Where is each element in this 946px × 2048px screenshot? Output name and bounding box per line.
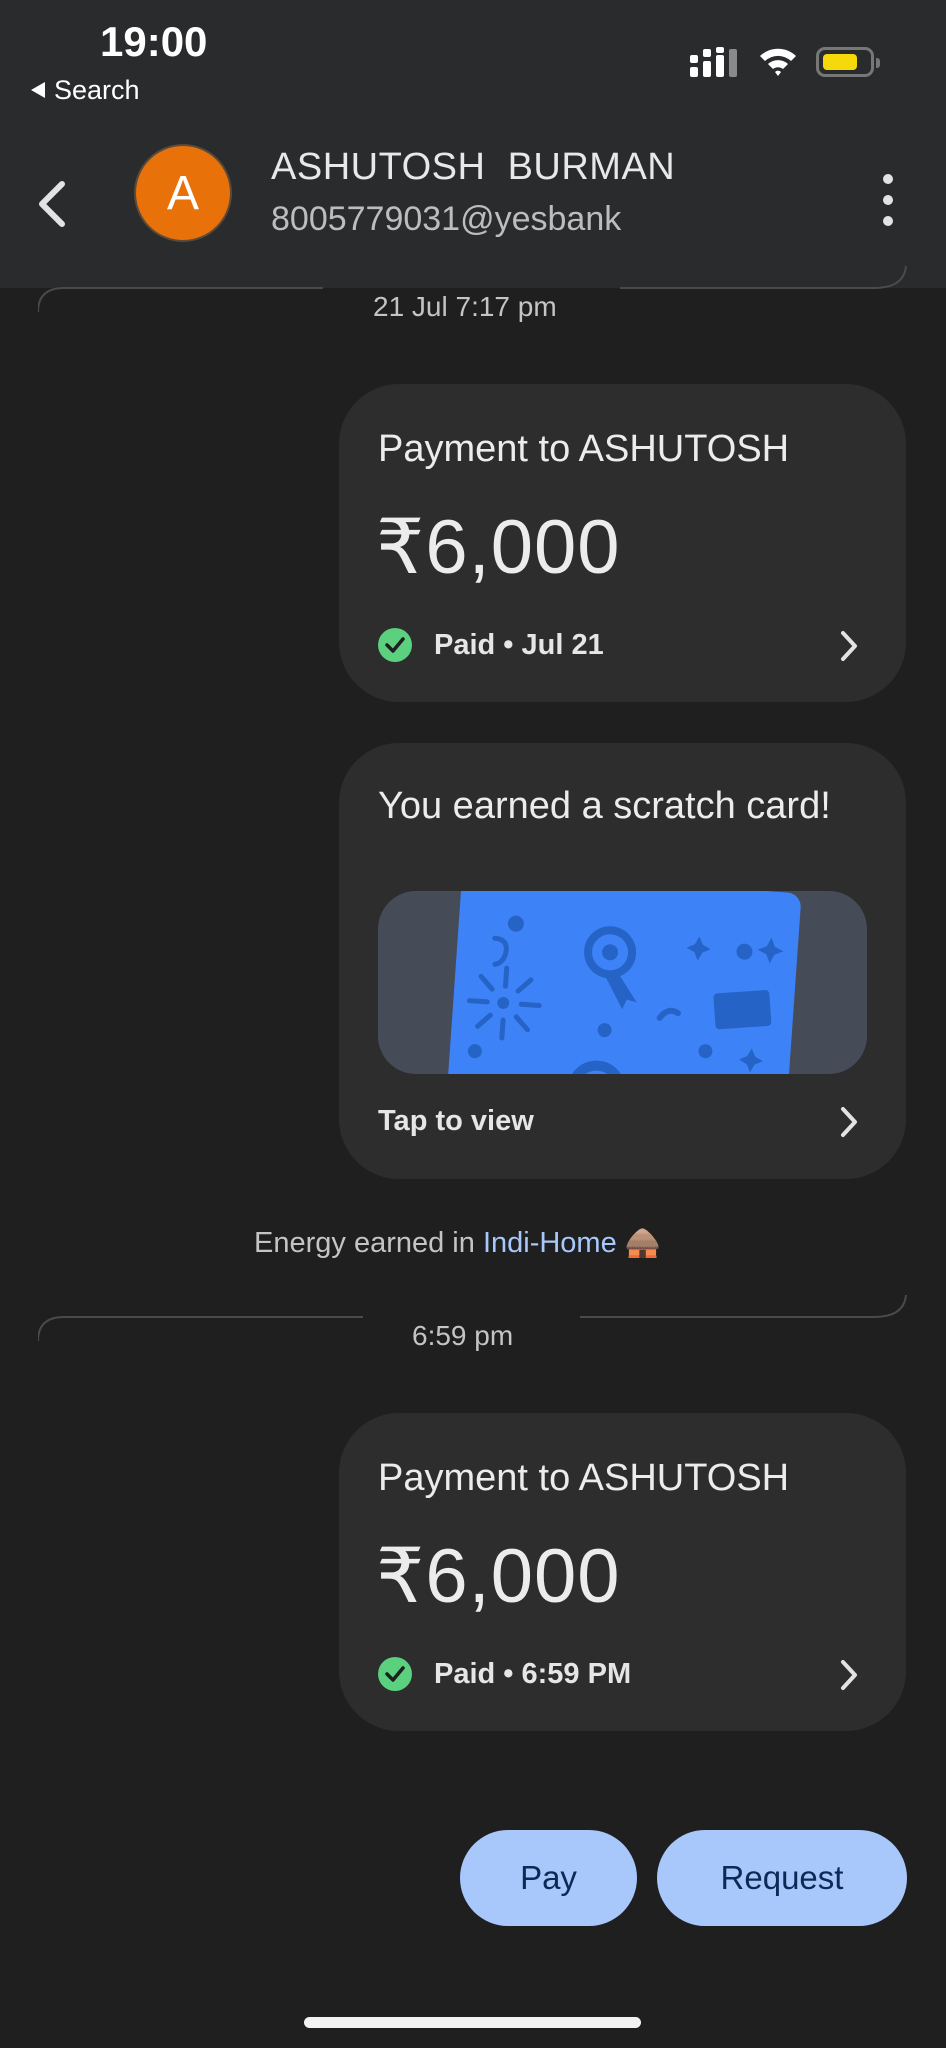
reward-action-label: Tap to view — [378, 1105, 534, 1137]
contact-upi-id: 8005779031@yesbank — [271, 200, 622, 238]
battery-level — [823, 54, 857, 70]
status-bar: 19:00 Search — [0, 0, 946, 128]
avatar[interactable]: A — [136, 146, 230, 240]
payment-amount: ₹6,000 — [376, 1534, 621, 1619]
back-to-app-link[interactable]: Search — [30, 75, 140, 106]
battery-icon — [816, 47, 880, 77]
back-app-label: Search — [54, 75, 140, 105]
payment-amount: ₹6,000 — [376, 505, 621, 590]
hut-icon: 🛖 — [624, 1227, 661, 1259]
request-button[interactable]: Request — [657, 1830, 907, 1926]
back-triangle-icon — [30, 75, 46, 106]
date-divider-label: 6:59 pm — [404, 1320, 522, 1352]
chevron-right-icon — [841, 1660, 857, 1690]
pay-button[interactable]: Pay — [460, 1830, 637, 1926]
payment-status-text: Paid • Jul 21 — [434, 628, 604, 661]
indi-home-link[interactable]: Indi-Home — [483, 1227, 617, 1259]
date-divider: 6:59 pm — [38, 1295, 908, 1352]
energy-prefix: Energy earned in — [254, 1227, 483, 1259]
back-button[interactable] — [30, 168, 80, 238]
signal-icon — [690, 47, 740, 84]
date-divider: 21 Jul 7:17 pm — [38, 266, 908, 323]
energy-earned-note: Energy earned in Indi-Home 🛖 — [254, 1226, 661, 1260]
reward-title: You earned a scratch card! — [378, 785, 831, 827]
wifi-icon — [758, 45, 798, 82]
paid-check-icon — [378, 628, 412, 662]
chevron-right-icon — [841, 631, 857, 661]
paid-check-icon — [378, 1657, 412, 1691]
chevron-right-icon — [841, 1107, 857, 1137]
payment-status: Paid • 6:59 PM — [378, 1657, 631, 1691]
scratch-card-reward[interactable]: You earned a scratch card! Tap to view — [339, 743, 906, 1179]
more-options-button[interactable] — [870, 170, 906, 230]
chat-header: A ASHUTOSH BURMAN 8005779031@yesbank — [0, 128, 946, 288]
status-time: 19:00 — [100, 18, 208, 65]
more-dots-icon — [883, 174, 893, 184]
payment-card[interactable]: Payment to ASHUTOSH ₹6,000 Paid • 6:59 P… — [339, 1413, 906, 1731]
payment-title: Payment to ASHUTOSH — [378, 1457, 790, 1499]
payment-title: Payment to ASHUTOSH — [378, 428, 790, 470]
payment-status: Paid • Jul 21 — [378, 628, 604, 662]
home-indicator[interactable] — [304, 2017, 641, 2028]
payment-card[interactable]: Payment to ASHUTOSH ₹6,000 Paid • Jul 21 — [339, 384, 906, 702]
payment-status-text: Paid • 6:59 PM — [434, 1657, 632, 1690]
date-divider-label: 21 Jul 7:17 pm — [365, 291, 565, 323]
back-arrow-icon — [39, 181, 65, 227]
scratch-card-image[interactable] — [378, 891, 867, 1074]
contact-name: ASHUTOSH BURMAN — [271, 146, 676, 188]
